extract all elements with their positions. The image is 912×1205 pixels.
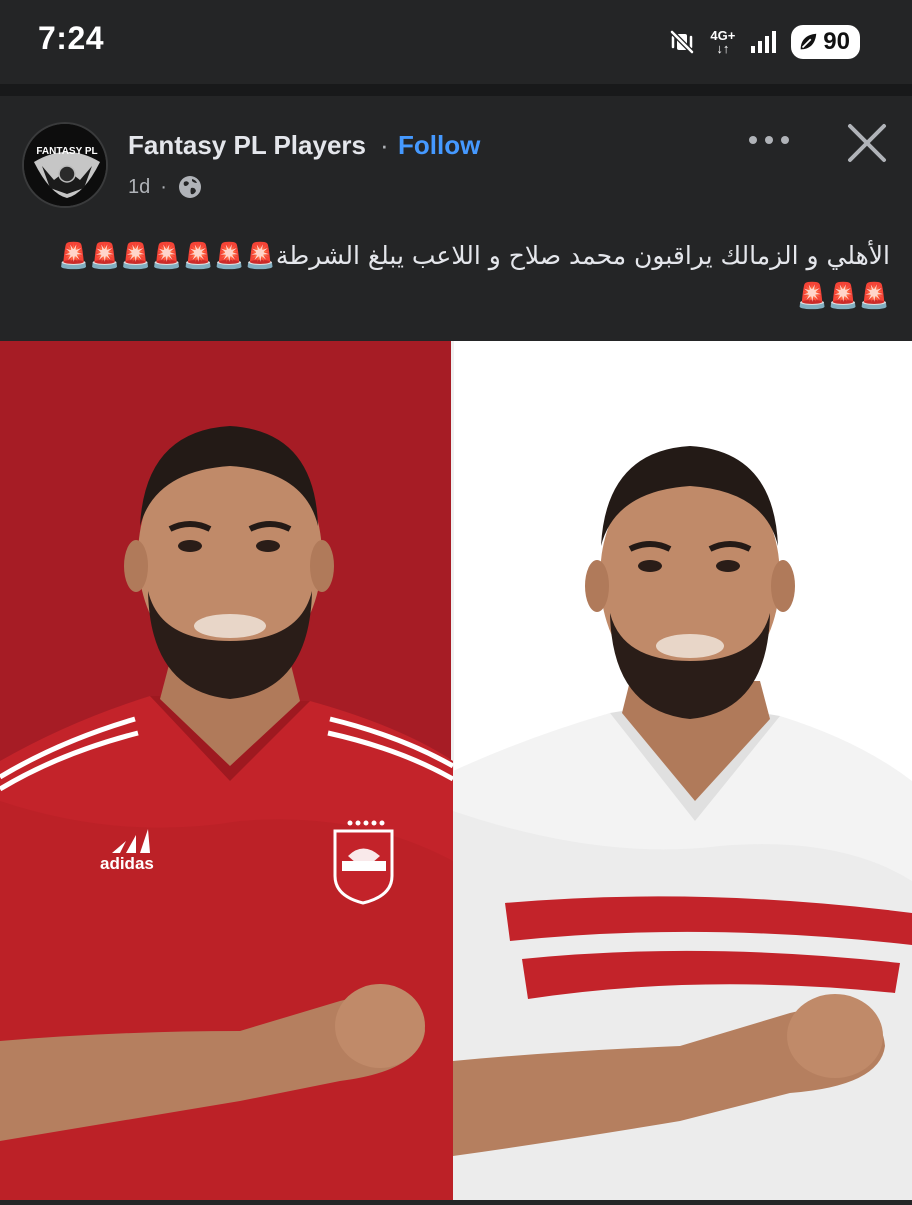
fantasy-pl-logo: FANTASY PL <box>24 124 106 206</box>
al-ahly-crest <box>333 820 394 905</box>
post-time[interactable]: 1d <box>128 176 150 199</box>
globe-icon <box>178 176 201 198</box>
post-header: FANTASY PL Fantasy PL Players · Follow 1… <box>0 96 912 341</box>
network-indicator: 4G+ ↓↑ <box>710 29 735 55</box>
meta-separator: · <box>160 175 167 198</box>
signal-icon <box>751 31 777 53</box>
status-bar: 7:24 4G+ ↓↑ 90 <box>0 0 912 84</box>
network-arrows: ↓↑ <box>716 41 730 56</box>
post-image: adidas <box>0 341 912 1200</box>
divider <box>0 84 912 96</box>
post-caption: الأهلي و الزمالك يراقبون محمد صلاح و الل… <box>58 241 890 310</box>
mute-vibrate-icon <box>670 30 695 54</box>
follow-button[interactable]: Follow <box>398 130 480 161</box>
battery-indicator: 90 <box>791 25 860 59</box>
name-separator: · <box>380 130 389 160</box>
post-meta: 1d · <box>128 174 203 200</box>
page-name[interactable]: Fantasy PL Players <box>128 130 366 161</box>
battery-level: 90 <box>823 28 850 55</box>
kit-brand-label: adidas <box>100 854 154 873</box>
page-avatar[interactable]: FANTASY PL <box>22 122 108 208</box>
more-options-icon[interactable] <box>744 122 794 158</box>
close-icon[interactable] <box>842 118 892 168</box>
leaf-icon <box>800 33 817 50</box>
avatar-logo-text: FANTASY PL <box>36 146 97 157</box>
status-icons: 4G+ ↓↑ 90 <box>668 22 860 62</box>
status-time: 7:24 <box>38 20 105 56</box>
post-photo[interactable]: adidas <box>0 341 912 1200</box>
